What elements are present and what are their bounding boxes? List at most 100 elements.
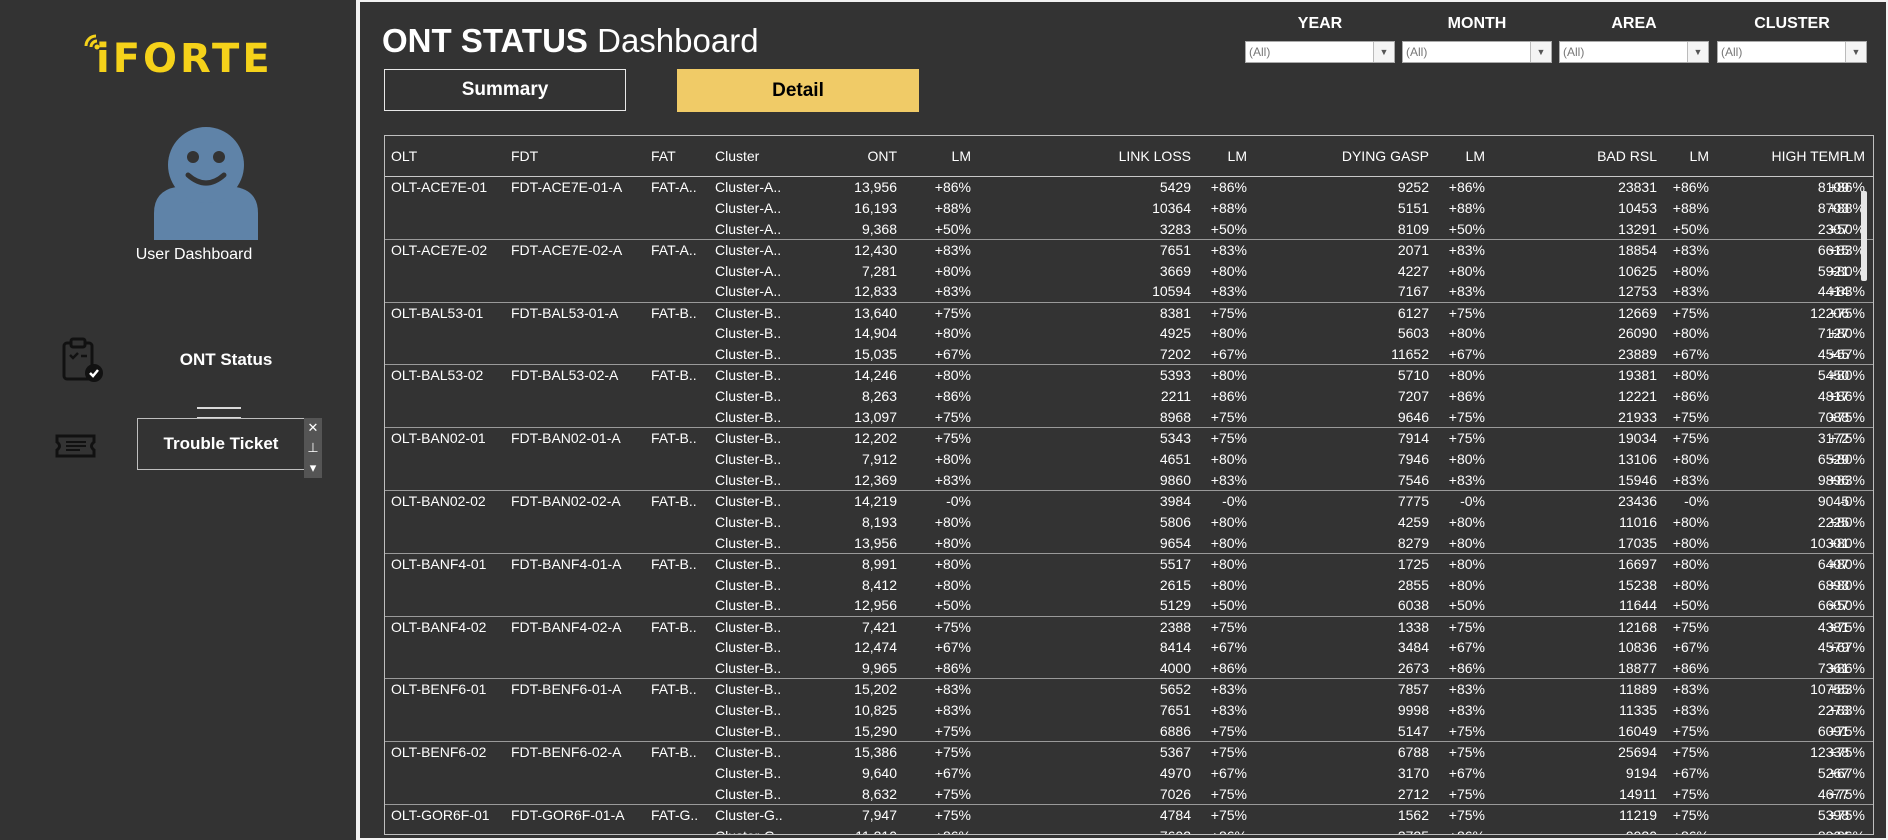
table-row[interactable]: Cluster-A.. 16,193 +88% 10364 +88% 5151 +88% 10… — [385, 198, 1873, 219]
table-row[interactable]: Cluster-B.. 12,202 +75% 5343 +75% 7914 +75% 190… — [385, 428, 1873, 449]
table-cell: +83% — [1448, 241, 1485, 258]
caret-down-icon[interactable]: ▼ — [1687, 42, 1708, 62]
column-header[interactable]: LM — [1819, 148, 1865, 164]
table-row[interactable]: Cluster-A.. 9,368 +50% 3283 +50% 8109 +50% 1329… — [385, 219, 1873, 240]
month-select[interactable]: (All) ▼ — [1402, 41, 1552, 63]
table-cell: +75% — [1448, 408, 1485, 425]
table-cell: +67% — [934, 346, 971, 363]
table-row[interactable]: Cluster-B.. 8,632 +75% 7026 +75% 2712 +75% 1491… — [385, 784, 1873, 805]
table-row[interactable]: Cluster-B.. 8,991 +80% 5517 +80% 1725 +80% 1669… — [385, 554, 1873, 575]
column-header[interactable]: BAD RSL — [1495, 148, 1657, 164]
table-row[interactable]: Cluster-B.. 13,956 +80% 9654 +80% 8279 +80% 170… — [385, 533, 1873, 554]
table-row[interactable]: Cluster-B.. 15,290 +75% 6886 +75% 5147 +75% 160… — [385, 721, 1873, 742]
table-cell: +86% — [1201, 828, 1247, 834]
table-cell: +80% — [934, 534, 971, 551]
table-cell: 7602 — [1005, 828, 1191, 834]
tab-detail[interactable]: Detail — [677, 69, 919, 112]
table-row[interactable]: Cluster-B.. 12,369 +83% 9860 +83% 7546 +83% 159… — [385, 470, 1873, 491]
table-row[interactable]: Cluster-B.. 14,246 +80% 5393 +80% 5710 +80% 193… — [385, 365, 1873, 386]
table-cell: 4259 — [1397, 513, 1429, 530]
table-row[interactable]: Cluster-B.. 13,097 +75% 8968 +75% 9646 +75% 219… — [385, 407, 1873, 428]
table-row[interactable]: Cluster-B.. 15,035 +67% 7202 +67% 11652 +67% 23… — [385, 344, 1873, 365]
table-row[interactable]: Cluster-B.. 7,421 +75% 2388 +75% 1338 +75% 1216… — [385, 617, 1873, 638]
table-cell: +80% — [934, 513, 971, 530]
table-cell: +80% — [1210, 450, 1247, 467]
table-cell: +86% — [1439, 828, 1485, 834]
table-cell: 9646 — [1397, 408, 1429, 425]
table-cell: 16049 — [1618, 722, 1657, 739]
table-row[interactable]: Cluster-A.. 13,956 +86% 5429 +86% 9252 +86% 238… — [385, 177, 1873, 198]
area-select[interactable]: (All) ▼ — [1559, 41, 1709, 63]
table-cell: +75% — [1448, 618, 1485, 635]
more-options-icon[interactable]: ▾ — [310, 461, 317, 475]
table-scrollbar[interactable] — [1861, 191, 1867, 281]
caret-down-icon[interactable]: ▼ — [1530, 42, 1551, 62]
column-header[interactable]: LM — [1439, 148, 1485, 164]
table-row[interactable]: Cluster-B.. 10,825 +83% 7651 +83% 9998 +83% 113… — [385, 700, 1873, 721]
year-select[interactable]: (All) ▼ — [1245, 41, 1395, 63]
table-cell: +86% — [1210, 388, 1247, 405]
table-row[interactable]: Cluster-B.. 9,640 +67% 4970 +67% 3170 +67% 9194… — [385, 763, 1873, 784]
table-cell: +75% — [1210, 304, 1247, 321]
column-header[interactable]: FDT — [511, 148, 631, 164]
table-row[interactable]: Cluster-B.. 7,912 +80% 4651 +80% 7946 +80% 1310… — [385, 449, 1873, 470]
table-cell: +75% — [1672, 744, 1709, 761]
table-row[interactable]: Cluster-G.. 11,210 +86% 7602 +86% 3725 +86% 992… — [385, 826, 1873, 834]
column-header[interactable]: DYING GASP — [1265, 148, 1429, 164]
trouble-ticket-button[interactable]: Trouble Ticket — [137, 418, 305, 470]
table-cell: 7914 — [1397, 430, 1429, 447]
table-group: OLT-BANF4-02 FDT-BANF4-02-A FAT-B.. Cluster… — [385, 617, 1873, 680]
table-cell: 8968 — [1159, 408, 1191, 425]
table-row[interactable]: Cluster-B.. 14,904 +80% 4925 +80% 5603 +80% 260… — [385, 323, 1873, 344]
table-row[interactable]: Cluster-B.. 12,956 +50% 5129 +50% 6038 +50% 116… — [385, 595, 1873, 616]
column-header[interactable]: Cluster — [715, 148, 795, 164]
ont-status-link[interactable]: ONT Status — [170, 350, 282, 370]
table-row[interactable]: Cluster-B.. 8,412 +80% 2615 +80% 2855 +80% 1523… — [385, 575, 1873, 596]
caret-down-icon[interactable]: ▼ — [1845, 42, 1866, 62]
caret-down-icon[interactable]: ▼ — [1373, 42, 1394, 62]
table-row[interactable]: Cluster-B.. 14,219 -0% 3984 -0% 7775 -0% 23436 -… — [385, 491, 1873, 512]
table-cell: 15,035 — [854, 346, 897, 363]
table-cell: 9920 — [1495, 828, 1657, 834]
table-cell: 10625 — [1618, 262, 1657, 279]
table-cell: +86% — [1828, 388, 1865, 405]
table-row[interactable]: Cluster-B.. 15,386 +75% 5367 +75% 6788 +75% 256… — [385, 742, 1873, 763]
table-row[interactable]: Cluster-A.. 7,281 +80% 3669 +80% 4227 +80% 1062… — [385, 261, 1873, 282]
user-dashboard-label[interactable]: User Dashboard — [110, 246, 278, 264]
table-cell: +80% — [1828, 450, 1865, 467]
close-icon[interactable]: ✕ — [308, 421, 319, 435]
table-cell: 11219 — [1619, 806, 1657, 823]
table-row[interactable]: Cluster-B.. 12,474 +67% 8414 +67% 3484 +67% 108… — [385, 637, 1873, 658]
column-header[interactable]: FAT — [651, 148, 699, 164]
table-cell: Cluster-B.. — [715, 408, 782, 425]
table-cell: +80% — [1210, 576, 1247, 593]
column-header[interactable]: LINK LOSS — [1005, 148, 1191, 164]
table-cell: +83% — [1828, 241, 1865, 258]
table-row[interactable]: Cluster-A.. 12,430 +83% 7651 +83% 2071 +83% 188… — [385, 240, 1873, 261]
table-cell: 4227 — [1397, 262, 1429, 279]
table-cell: 14,246 — [854, 367, 897, 384]
table-row[interactable]: Cluster-G.. 7,947 +75% 4784 +75% 1562 +75% 1121… — [385, 805, 1873, 826]
table-cell: Cluster-A.. — [715, 220, 782, 237]
column-header[interactable]: ONT — [805, 148, 897, 164]
table-cell: +80% — [1828, 513, 1865, 530]
tab-summary[interactable]: Summary — [384, 69, 626, 111]
table-cell: 16697 — [1618, 555, 1657, 572]
column-header[interactable]: LM — [905, 148, 971, 164]
column-header[interactable]: LM — [1201, 148, 1247, 164]
table-row[interactable]: Cluster-B.. 13,640 +75% 8381 +75% 6127 +75% 126… — [385, 303, 1873, 324]
table-row[interactable]: Cluster-B.. 8,193 +80% 5806 +80% 4259 +80% 1101… — [385, 512, 1873, 533]
table-cell: +67% — [1448, 639, 1485, 656]
table-row[interactable]: Cluster-B.. 15,202 +83% 5652 +83% 7857 +83% 118… — [385, 679, 1873, 700]
column-header[interactable]: OLT — [391, 148, 491, 164]
cluster-select[interactable]: (All) ▼ — [1717, 41, 1867, 63]
table-cell: +80% — [1828, 576, 1865, 593]
table-row[interactable]: Cluster-B.. 8,263 +86% 2211 +86% 7207 +86% 1222… — [385, 386, 1873, 407]
table-cell: 15,202 — [854, 681, 897, 698]
table-row[interactable]: Cluster-B.. 9,965 +86% 4000 +86% 2673 +86% 1887… — [385, 658, 1873, 679]
column-header[interactable]: LM — [1665, 148, 1709, 164]
table-cell: +75% — [1210, 744, 1247, 761]
table-row[interactable]: Cluster-A.. 12,833 +83% 10594 +83% 7167 +83% 12… — [385, 281, 1873, 302]
smiley-avatar-icon[interactable] — [146, 125, 266, 240]
pin-icon[interactable]: ⊥ — [307, 441, 318, 455]
